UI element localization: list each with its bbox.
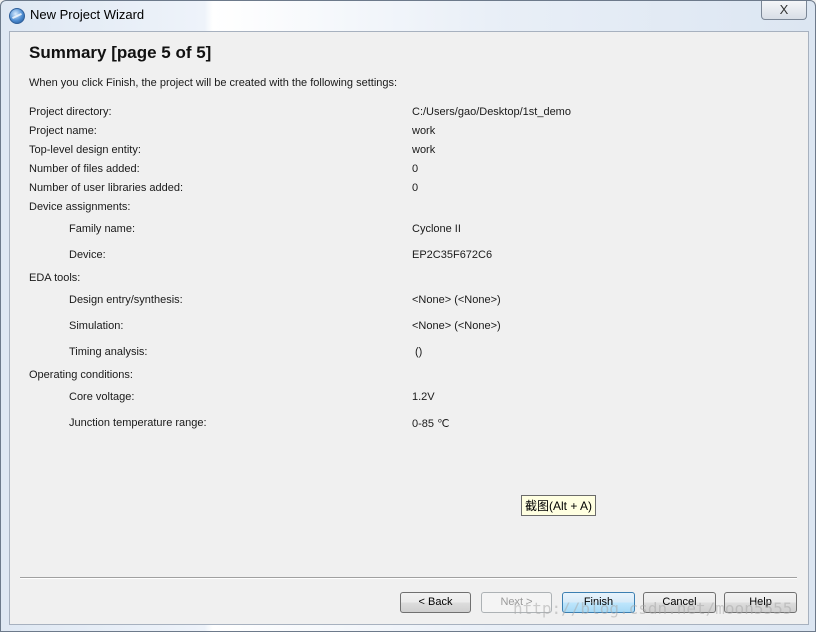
setting-value: Cyclone II: [412, 223, 461, 235]
back-button[interactable]: < Back: [400, 592, 471, 613]
setting-row-junction-temperature: Junction temperature range: 0-85 ℃: [29, 417, 789, 433]
setting-row-project-directory: Project directory: C:/Users/gao/Desktop/…: [29, 106, 789, 122]
setting-value: EP2C35F672C6: [412, 249, 493, 261]
setting-row-family-name: Family name: Cyclone II: [29, 223, 789, 239]
wizard-window: New Project Wizard X Summary [page 5 of …: [0, 0, 816, 632]
setting-label: Timing analysis:: [69, 346, 148, 358]
setting-label: Design entry/synthesis:: [69, 294, 183, 306]
setting-row-device: Device: EP2C35F672C6: [29, 249, 789, 265]
section-operating-conditions: Operating conditions:: [29, 369, 789, 385]
setting-label: Simulation:: [69, 320, 124, 332]
setting-label: Project directory:: [29, 106, 112, 118]
setting-row-project-name: Project name: work: [29, 125, 789, 141]
setting-value: C:/Users/gao/Desktop/1st_demo: [412, 106, 571, 118]
setting-row-user-libraries: Number of user libraries added: 0: [29, 182, 789, 198]
setting-value: 0-85 ℃: [412, 418, 450, 430]
close-button[interactable]: X: [761, 1, 807, 20]
setting-label: Number of user libraries added:: [29, 182, 184, 194]
setting-label: Top-level design entity:: [29, 144, 141, 156]
setting-value: 0: [412, 182, 419, 194]
screenshot-tooltip: 截图(Alt + A): [521, 495, 597, 516]
setting-label: Device:: [69, 249, 106, 261]
app-globe-icon: [9, 8, 25, 24]
setting-row-core-voltage: Core voltage: 1.2V: [29, 391, 789, 407]
section-label: EDA tools:: [29, 272, 81, 284]
watermark: http://blog.csdn.net/moon5555: [513, 599, 793, 618]
setting-value: 0: [412, 163, 419, 175]
setting-row-top-level-entity: Top-level design entity: work: [29, 144, 789, 160]
setting-value: (): [415, 346, 423, 358]
setting-label: Core voltage:: [69, 391, 135, 403]
setting-row-timing-analysis: Timing analysis: (): [29, 346, 789, 362]
setting-row-design-entry: Design entry/synthesis: <None> (<None>): [29, 294, 789, 310]
section-eda-tools: EDA tools:: [29, 272, 789, 288]
intro-text: When you click Finish, the project will …: [29, 77, 398, 89]
setting-label: Number of files added:: [29, 163, 140, 175]
wizard-content: Summary [page 5 of 5] When you click Fin…: [9, 31, 809, 625]
setting-value: <None> (<None>): [412, 294, 501, 306]
setting-value: <None> (<None>): [412, 320, 501, 332]
window-title: New Project Wizard: [30, 7, 145, 22]
section-device-assignments: Device assignments:: [29, 201, 789, 217]
setting-row-simulation: Simulation: <None> (<None>): [29, 320, 789, 336]
setting-row-files-added: Number of files added: 0: [29, 163, 789, 179]
page-title: Summary [page 5 of 5]: [29, 43, 212, 62]
button-separator: [20, 577, 797, 579]
setting-label: Family name:: [69, 223, 136, 235]
setting-value: 1.2V: [412, 391, 435, 403]
setting-label: Junction temperature range:: [69, 417, 207, 429]
close-icon: X: [779, 2, 789, 17]
section-label: Operating conditions:: [29, 369, 133, 381]
setting-value: work: [412, 144, 436, 156]
setting-value: work: [412, 125, 436, 137]
title-bar[interactable]: New Project Wizard X: [1, 1, 815, 29]
section-label: Device assignments:: [29, 201, 131, 213]
setting-label: Project name:: [29, 125, 97, 137]
